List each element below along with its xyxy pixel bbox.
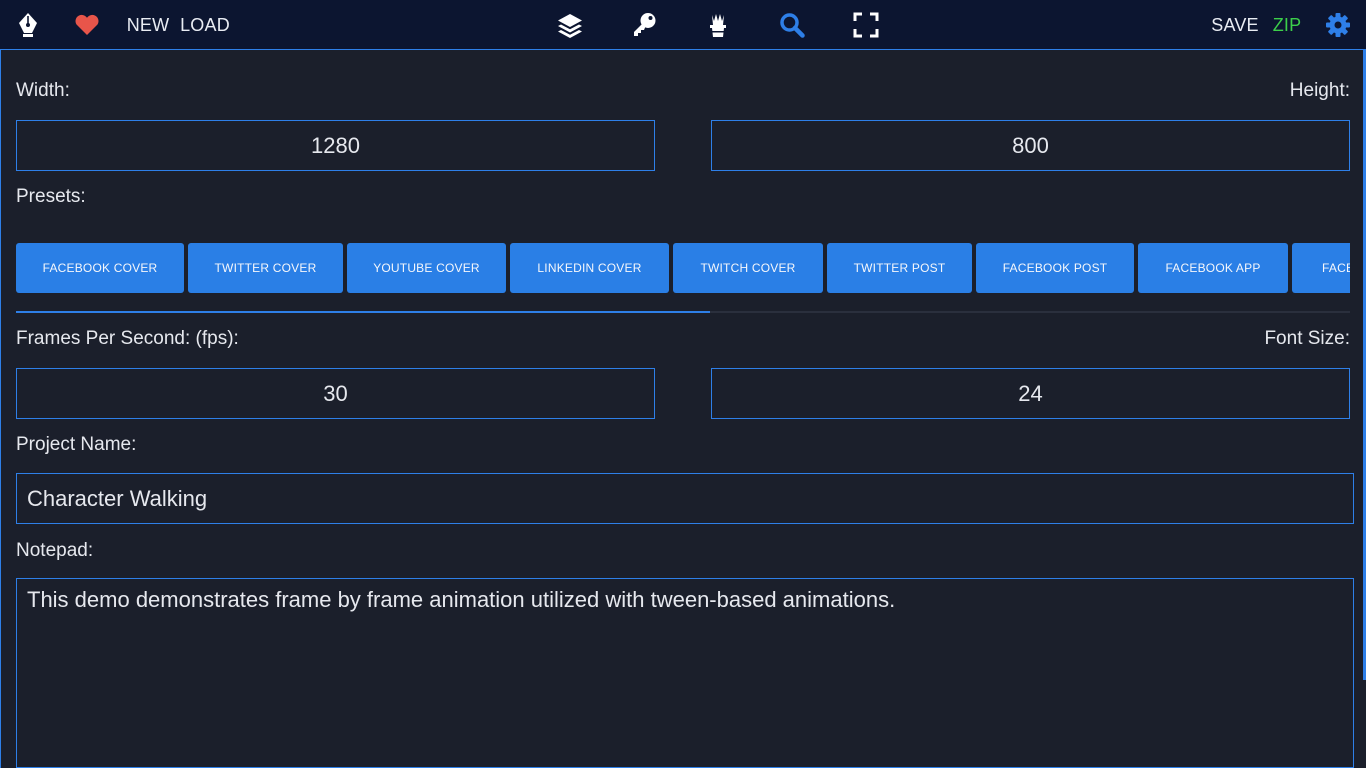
presets-label: Presets: — [16, 186, 86, 207]
fps-label: Frames Per Second: (fps): — [16, 328, 239, 349]
load-button[interactable]: LOAD — [179, 0, 231, 50]
preset-linkedin-cover[interactable]: LINKEDIN COVER — [510, 243, 669, 293]
fps-input[interactable]: 30 — [16, 368, 655, 419]
height-label: Height: — [1289, 80, 1350, 101]
presets-scrollbar-thumb[interactable] — [16, 311, 710, 313]
presets-scrollbar[interactable] — [16, 311, 1350, 313]
pen-nib-icon[interactable] — [14, 0, 42, 50]
search-icon[interactable] — [778, 0, 806, 50]
notepad-textarea[interactable]: This demo demonstrates frame by frame an… — [16, 578, 1354, 768]
new-button[interactable]: NEW — [124, 0, 172, 50]
project-name-label: Project Name: — [16, 434, 137, 455]
preset-twitter-post[interactable]: TWITTER POST — [827, 243, 972, 293]
zip-button[interactable]: ZIP — [1270, 0, 1304, 50]
preset-facebook-post[interactable]: FACEBOOK POST — [976, 243, 1134, 293]
gear-icon[interactable] — [1324, 0, 1352, 50]
preset-twitter-cover[interactable]: TWITTER COVER — [188, 243, 343, 293]
key-icon[interactable] — [630, 0, 658, 50]
preset-facebook-partial[interactable]: FACE — [1292, 243, 1350, 293]
top-toolbar: NEW LOAD SAVE ZIP — [0, 0, 1366, 50]
font-size-label: Font Size: — [1264, 328, 1350, 349]
preset-facebook-cover[interactable]: FACEBOOK COVER — [16, 243, 184, 293]
preset-youtube-cover[interactable]: YOUTUBE COVER — [347, 243, 506, 293]
preset-facebook-app[interactable]: FACEBOOK APP — [1138, 243, 1288, 293]
presets-list: FACEBOOK COVER TWITTER COVER YOUTUBE COV… — [16, 243, 1350, 293]
save-button[interactable]: SAVE — [1210, 0, 1260, 50]
layers-icon[interactable] — [556, 0, 584, 50]
settings-panel: Width: Height: 1280 800 Presets: FACEBOO… — [0, 50, 1366, 768]
notepad-label: Notepad: — [16, 540, 94, 561]
heart-icon[interactable] — [73, 0, 101, 50]
preset-twitch-cover[interactable]: TWITCH COVER — [673, 243, 823, 293]
font-size-input[interactable]: 24 — [711, 368, 1350, 419]
width-input[interactable]: 1280 — [16, 120, 655, 171]
project-name-input[interactable]: Character Walking — [16, 473, 1354, 524]
magic-hat-icon[interactable] — [704, 0, 732, 50]
height-input[interactable]: 800 — [711, 120, 1350, 171]
width-label: Width: — [16, 80, 70, 101]
fullscreen-icon[interactable] — [852, 0, 880, 50]
